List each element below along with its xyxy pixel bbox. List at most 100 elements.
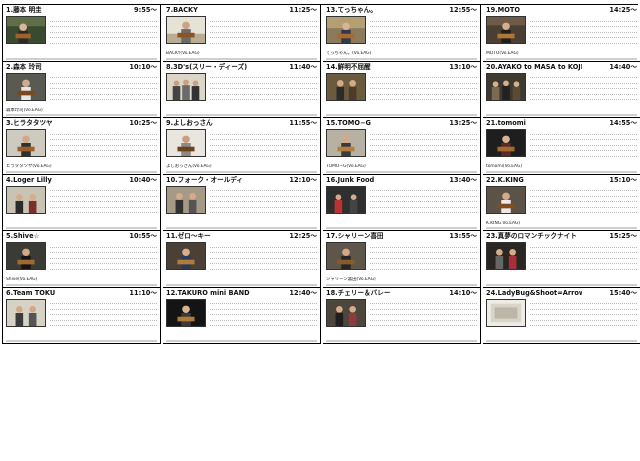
performer-cell: 14.鮮明不屈醒 13:10〜 [323,61,481,118]
performer-description [50,186,157,214]
performer-description [210,129,317,157]
performer-cell: 3.ヒラタタツヤ 10:25〜 ヒラタタツヤ(Vo.EAG) [3,118,161,175]
performer-description [50,299,157,327]
performer-photo [6,72,46,101]
performer-cell: 24.LadyBug&Shoot=Arrows 15:40〜 [483,287,640,344]
performer-description [210,16,317,44]
performance-time: 11:25〜 [289,6,317,14]
performer-name: 6.Team TOKU [6,288,56,297]
performer-photo [166,72,206,101]
performer-photo [166,242,206,270]
performer-cell: 12.TAKURO mini BAND 12:40〜 [163,287,321,344]
performer-description [530,73,637,101]
member-line: Shive(Vo.EAG) [6,277,157,285]
performer-cell: 18.チェリー＆バレー 14:10〜 [323,287,481,344]
setlist-line [486,341,637,342]
performance-time: 15:25〜 [609,232,637,240]
setlist-line [486,228,637,229]
performer-cell: 20.AYAKO to MASA to KOJI.toそらなか森林 14:40〜 [483,61,640,118]
performer-cell: 4.Loger Lilly 10:40〜 [3,174,161,231]
performer-description [370,73,477,101]
performer-cell: 9.よしおっさん 11:55〜 よしおっさん(Vo.EAG) [163,118,321,175]
performer-name: 9.よしおっさん [166,119,213,127]
performer-name: 17.シャリーン喜田 [326,232,384,240]
performance-time: 10:55〜 [129,232,157,240]
setlist-line [166,284,317,286]
performer-photo [6,298,46,327]
setlist-line [326,171,477,173]
performance-time: 14:55〜 [609,119,637,127]
performance-time: 15:40〜 [609,288,637,297]
performance-time: 11:40〜 [289,62,317,71]
performer-cell: 8.3D's(スリー・ディーズ) 11:40〜 [163,61,321,118]
performer-cell: 15.TOMO−G 13:25〜 TOMO−G(Vo.EAG) [323,118,481,175]
performer-cell: 5.Shive☆ 10:55〜 Shive(Vo.EAG) [3,231,161,288]
setlist-line [326,228,477,229]
performer-cell: 13.てっちゃん。 12:55〜 てっちゃん。(Vo.EAG) [323,5,481,62]
performer-name: 2.森本 玲司 [6,62,42,71]
performer-name: 11.ゼロ〜キー [166,232,211,240]
setlist-line [166,341,317,342]
performer-name: 13.てっちゃん。 [326,6,377,14]
setlist-line [166,228,317,229]
performer-description [50,73,157,101]
performer-photo [6,242,46,270]
setlist-line [6,171,157,173]
setlist-line [6,341,157,342]
performance-time: 10:10〜 [129,62,157,71]
performer-name: 3.ヒラタタツヤ [6,119,53,127]
setlist-line [6,284,157,286]
performer-name: 20.AYAKO to MASA to KOJI.toそらなか森林 [486,62,582,71]
performer-photo [326,16,366,44]
performer-description [210,299,317,327]
performer-description [210,242,317,270]
performer-cell: 23.真夢のロマンチックナイト 15:25〜 [483,231,640,288]
performer-cell: 19.MOTO 14:25〜 MOTO(Vo.EAG) [483,5,640,62]
performer-name: 23.真夢のロマンチックナイト [486,232,577,240]
performer-name: 7.BACKY [166,6,198,14]
performance-time: 11:10〜 [129,288,157,297]
performer-photo [486,129,526,157]
performer-description [210,73,317,101]
member-line: シャリーン喜田(Vo.EAG) [326,277,477,285]
performer-photo [166,185,206,214]
performer-description [530,129,637,157]
performer-cell: 11.ゼロ〜キー 12:25〜 [163,231,321,288]
setlist-line [6,58,157,60]
performer-photo [166,16,206,44]
setlist-line [326,284,477,286]
performance-time: 13:40〜 [449,175,477,184]
performance-time: 12:25〜 [289,232,317,240]
performer-name: 14.鮮明不屈醒 [326,62,371,71]
performer-cell: 7.BACKY 11:25〜 BACKY(Vo.EAG) [163,5,321,62]
member-line: BACKY(Vo.EAG) [166,51,317,59]
performer-photo [326,129,366,157]
performer-cell: 10.フォーク・オールディ 12:10〜 [163,174,321,231]
performer-name: 12.TAKURO mini BAND [166,288,250,297]
performer-description [530,16,637,44]
performer-photo [486,242,526,270]
performer-description [530,242,637,270]
member-line: MOTO(Vo.EAG) [486,51,637,59]
performer-photo [326,298,366,327]
performer-photo [166,298,206,327]
performer-cell: 16.Junk Food 13:40〜 [323,174,481,231]
performer-photo [486,298,526,327]
performer-name: 16.Junk Food [326,175,375,184]
setlist-line [166,115,317,116]
performer-name: 18.チェリー＆バレー [326,288,391,297]
setlist-line [486,171,637,173]
performer-photo [6,129,46,157]
performer-name: 24.LadyBug&Shoot=Arrows [486,288,582,297]
setlist-line [326,341,477,342]
performer-cell: 1.藤本 明圭 9:55〜 [3,5,161,62]
performer-cell: 22.K.KING 15:10〜 K.KING Vo.EAG) [483,174,640,231]
member-line: tomomi(Vo.EAG) [486,164,637,172]
setlist-line [6,115,157,116]
performer-description [370,242,477,270]
performer-name: 1.藤本 明圭 [6,6,42,14]
performance-time: 10:25〜 [129,119,157,127]
performer-name: 10.フォーク・オールディ [166,175,244,184]
performer-name: 19.MOTO [486,6,520,14]
program-page: 1.藤本 明圭 9:55〜 7.BACKY 11:25〜 BACKY(Vo.EAG)… [0,0,640,461]
